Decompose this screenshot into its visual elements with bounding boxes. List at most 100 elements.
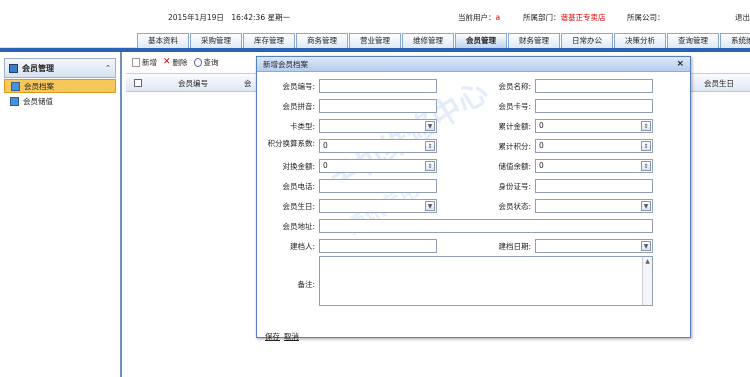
main-tabs: 基本资料 采购管理 库存管理 商务管理 营业管理 维修管理 会员管理 财务管理 日常办公 决策分析…	[137, 33, 750, 48]
query-button[interactable]: 查询	[193, 57, 219, 68]
total-amount-value: 0	[539, 121, 544, 130]
column-member-name[interactable]: 会	[244, 78, 252, 89]
dept-value: 谐基正专卖店	[560, 13, 606, 22]
chevron-down-icon[interactable]: ▼	[641, 241, 651, 251]
tab-0[interactable]: 基本资料	[137, 33, 189, 48]
textarea-scrollbar[interactable]: ▲	[642, 257, 652, 305]
new-button-label: 新增	[142, 58, 157, 67]
datetime-display: 2015年1月19日 16:42:36 星期一	[168, 13, 290, 22]
status-select[interactable]: ▼	[535, 199, 653, 213]
tab-9[interactable]: 决策分析	[614, 33, 666, 48]
column-member-no[interactable]: 会员编号	[178, 78, 208, 89]
member-form: 手机维修中心 通讯专用 会员编号: 会员名称: 会员拼音: 会员卡号: 卡类型:…	[257, 72, 690, 341]
collapse-icon[interactable]: ⌃	[105, 64, 111, 72]
tab-2[interactable]: 库存管理	[243, 33, 295, 48]
sidebar-item-member-deposit[interactable]: 会员储值	[4, 94, 116, 108]
dialog-title: 新增会员档案	[263, 59, 308, 69]
address-label: 会员地址:	[282, 222, 315, 231]
dept-label: 所属部门：	[523, 13, 561, 22]
tab-4[interactable]: 营业管理	[349, 33, 401, 48]
member-no-label: 会员编号:	[282, 82, 315, 91]
spinner-icon[interactable]: ⇕	[425, 161, 435, 171]
balance-input[interactable]: 0 ⇕	[535, 159, 653, 173]
exchange-amount-value: 0	[323, 161, 328, 170]
member-name-label: 会员名称:	[498, 82, 531, 91]
creator-label: 建档人:	[289, 242, 315, 251]
card-type-select[interactable]: ▼	[319, 119, 437, 133]
new-doc-icon	[132, 58, 140, 67]
cancel-button[interactable]: 取消	[284, 332, 299, 341]
tab-8[interactable]: 日常办公	[561, 33, 613, 48]
remark-textarea[interactable]: ▲	[319, 256, 653, 306]
dialog-titlebar[interactable]: 新增会员档案 ×	[257, 57, 690, 72]
folder-icon	[10, 96, 19, 106]
points-coef-label: 积分换算系数:	[267, 139, 315, 148]
tab-10[interactable]: 查询管理	[667, 33, 719, 48]
delete-button-label: 删除	[172, 58, 188, 67]
tab-5[interactable]: 维修管理	[402, 33, 454, 48]
spinner-icon[interactable]: ⇕	[641, 121, 651, 131]
create-date-picker[interactable]: ▼	[535, 239, 653, 253]
phone-input[interactable]	[319, 179, 437, 193]
close-icon[interactable]: ×	[676, 59, 684, 69]
total-points-value: 0	[539, 141, 544, 150]
delete-icon: ✕	[163, 57, 171, 67]
dialog-actions: 保存 取消	[265, 331, 303, 342]
total-points-input[interactable]: 0 ⇕	[535, 139, 653, 153]
balance-value: 0	[539, 161, 544, 170]
chevron-down-icon[interactable]: ▼	[425, 121, 435, 131]
sidebar: 会员管理 ⌃ 会员档案 会员储值	[0, 52, 122, 377]
birthday-picker[interactable]: ▼	[319, 199, 437, 213]
card-type-label: 卡类型:	[289, 122, 315, 131]
total-points-label: 累计积分:	[498, 142, 531, 151]
tab-6[interactable]: 会员管理	[455, 33, 507, 48]
chevron-down-icon[interactable]: ▼	[425, 201, 435, 211]
spinner-icon[interactable]: ⇕	[641, 161, 651, 171]
current-user: 当前用户：a	[458, 12, 500, 23]
member-card-label: 会员卡号:	[498, 102, 531, 111]
top-header: 2015年1月19日 16:42:36 星期一 当前用户：a 所属部门：谐基正专…	[0, 0, 750, 48]
logout-link[interactable]: 退出	[735, 12, 750, 23]
tab-7[interactable]: 财务管理	[508, 33, 560, 48]
select-all-checkbox[interactable]	[134, 79, 142, 87]
sidebar-header[interactable]: 会员管理 ⌃	[4, 58, 116, 78]
save-button[interactable]: 保存	[265, 332, 280, 341]
column-birthday[interactable]: 会员生日	[704, 78, 734, 89]
current-user-label: 当前用户：	[458, 13, 496, 22]
company: 所属公司：	[627, 12, 665, 23]
member-card-input[interactable]	[535, 99, 653, 113]
new-button[interactable]: 新增	[132, 57, 157, 68]
address-input[interactable]	[319, 219, 653, 233]
member-name-input[interactable]	[535, 79, 653, 93]
company-label: 所属公司：	[627, 13, 665, 22]
department: 所属部门：谐基正专卖店	[523, 12, 606, 23]
tab-11[interactable]: 系统维护	[720, 33, 750, 48]
spinner-icon[interactable]: ⇕	[641, 141, 651, 151]
points-coef-input[interactable]: 0 ⇕	[319, 139, 437, 153]
phone-label: 会员电话:	[282, 182, 315, 191]
folder-icon	[11, 81, 20, 91]
member-icon	[9, 63, 18, 73]
id-card-label: 身份证号:	[498, 182, 531, 191]
member-pinyin-input[interactable]	[319, 99, 437, 113]
member-no-input[interactable]	[319, 79, 437, 93]
chevron-down-icon[interactable]: ▼	[641, 201, 651, 211]
total-amount-input[interactable]: 0 ⇕	[535, 119, 653, 133]
search-icon	[193, 58, 202, 67]
total-amount-label: 累计金额:	[498, 122, 531, 131]
creator-input[interactable]	[319, 239, 437, 253]
sidebar-item-member-archive[interactable]: 会员档案	[4, 79, 116, 93]
scroll-up-icon[interactable]: ▲	[643, 257, 652, 266]
sidebar-item-label: 会员档案	[24, 81, 54, 91]
current-user-value: a	[495, 13, 501, 22]
new-member-dialog: 新增会员档案 × 手机维修中心 通讯专用 会员编号: 会员名称: 会员拼音: 会…	[256, 56, 691, 341]
delete-button[interactable]: ✕ 删除	[163, 57, 188, 68]
id-card-input[interactable]	[535, 179, 653, 193]
exchange-amount-input[interactable]: 0 ⇕	[319, 159, 437, 173]
create-date-label: 建档日期:	[498, 242, 531, 251]
tab-1[interactable]: 采购管理	[190, 33, 242, 48]
exchange-amount-label: 对换金额:	[282, 162, 315, 171]
spinner-icon[interactable]: ⇕	[425, 141, 435, 151]
sidebar-item-label: 会员储值	[23, 96, 53, 106]
tab-3[interactable]: 商务管理	[296, 33, 348, 48]
